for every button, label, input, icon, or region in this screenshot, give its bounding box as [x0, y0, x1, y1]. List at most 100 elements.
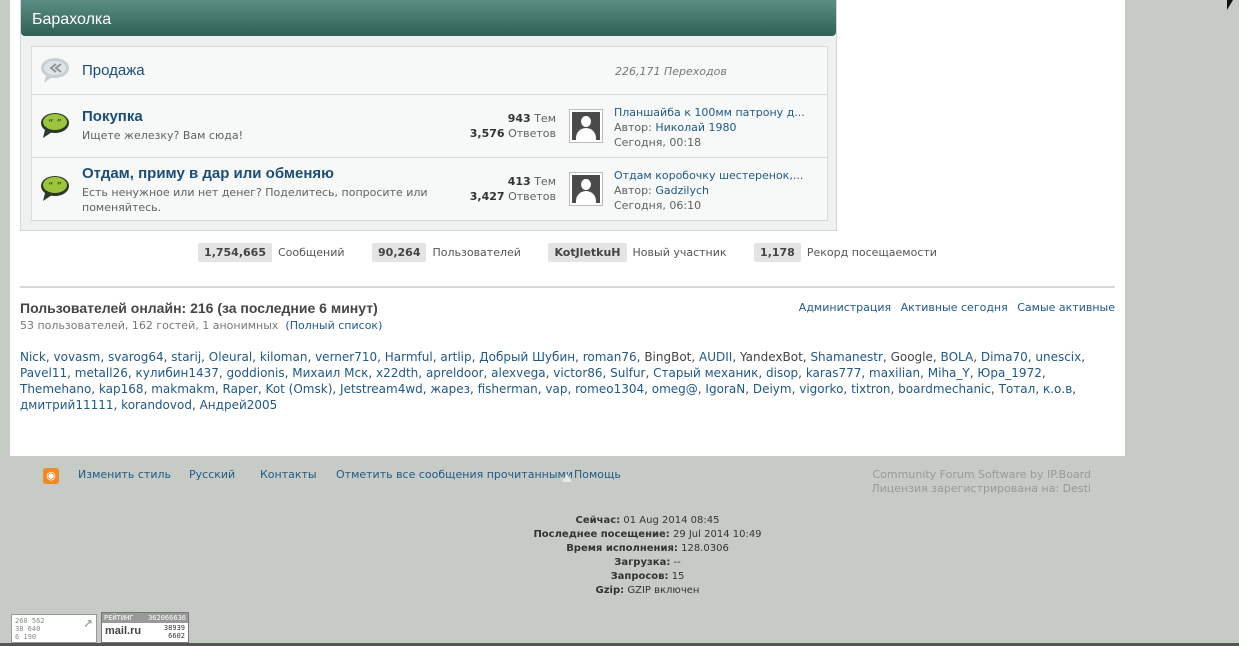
- forum-description-give: Есть ненужное или нет денег? Поделитесь,…: [82, 186, 428, 214]
- counter-line: 6 190: [15, 633, 37, 641]
- online-user-link[interactable]: Sulfur: [610, 366, 645, 380]
- topics-count: 943: [507, 112, 531, 125]
- online-bot: Google: [890, 350, 933, 364]
- avatar[interactable]: [569, 109, 603, 143]
- link-active-today[interactable]: Активные сегодня: [901, 301, 1008, 314]
- ipb-line-1[interactable]: Community Forum Software by IP.Board: [871, 468, 1092, 482]
- online-user-link[interactable]: Dima70: [981, 350, 1028, 364]
- user-silhouette-icon: [572, 175, 600, 203]
- online-user-link[interactable]: x22dth: [376, 366, 418, 380]
- mark-read-link[interactable]: Отметить все сообщения прочитанными: [336, 468, 573, 481]
- online-user-link[interactable]: korandovod: [121, 398, 192, 412]
- online-user-link[interactable]: alexvega: [491, 366, 545, 380]
- online-user-link[interactable]: жарез: [430, 382, 470, 396]
- forum-list: Продажа 226,171 Переходов “ ” Покупка Ищ…: [31, 46, 828, 221]
- online-user-link[interactable]: apreldoor: [426, 366, 484, 380]
- online-user-link[interactable]: дмитрий11111: [20, 398, 114, 412]
- topics-label: Тем: [534, 112, 556, 125]
- last-post-time: Сегодня, 06:10: [614, 199, 702, 212]
- online-user-link[interactable]: Miha_Y: [928, 366, 970, 380]
- online-user-link[interactable]: kap168: [99, 382, 144, 396]
- liveinternet-counter[interactable]: 260 562 38 640 6 190 ↗: [11, 614, 97, 643]
- online-user-link[interactable]: starij: [171, 350, 201, 364]
- forum-row-sale: Продажа 226,171 Переходов: [32, 47, 827, 95]
- online-user-link[interactable]: romeo1304: [575, 382, 644, 396]
- info-load: Загрузка: --: [614, 557, 681, 568]
- online-user-link[interactable]: Тотал: [999, 382, 1036, 396]
- forum-stats-buy: 943 Тем 3,576 Ответов: [412, 111, 556, 141]
- online-user-link[interactable]: victor86: [553, 366, 602, 380]
- online-user-link[interactable]: metall26: [75, 366, 128, 380]
- help-link[interactable]: Помощь: [574, 468, 621, 481]
- online-user-link[interactable]: boardmechanic: [898, 382, 991, 396]
- online-user-link[interactable]: Юра_1972: [977, 366, 1041, 380]
- online-user-link[interactable]: unescix: [1035, 350, 1081, 364]
- category-header[interactable]: Барахолка: [21, 0, 836, 36]
- redirect-count: 226,171 Переходов: [615, 65, 727, 78]
- online-user-link[interactable]: Harmful: [385, 350, 433, 364]
- online-user-link[interactable]: к.о.в: [1043, 382, 1072, 396]
- language-link[interactable]: Русский: [189, 468, 235, 481]
- online-user-link[interactable]: Oleural: [209, 350, 252, 364]
- change-style-link[interactable]: Изменить стиль: [78, 468, 171, 481]
- online-user-link[interactable]: AUDII: [699, 350, 732, 364]
- online-user-link[interactable]: Kot (Omsk): [266, 382, 333, 396]
- online-user-link[interactable]: goddionis: [227, 366, 285, 380]
- last-post-title[interactable]: Планшайба к 100мм патрону д...: [614, 105, 805, 120]
- forum-title-sale[interactable]: Продажа: [82, 62, 145, 79]
- forum-unread-icon: “ ”: [41, 113, 69, 138]
- redirect-forum-icon: [41, 58, 69, 83]
- rss-icon[interactable]: ◉: [43, 468, 59, 484]
- online-user-link[interactable]: Pavel11: [20, 366, 67, 380]
- online-user-link[interactable]: Jetstream4wd: [340, 382, 423, 396]
- divider: [20, 286, 1115, 288]
- online-counts: 53 пользователей, 162 гостей, 1 анонимны…: [20, 319, 279, 332]
- topics-count: 413: [507, 175, 531, 188]
- online-user-link[interactable]: omeg@: [652, 382, 698, 396]
- mailru-rating-counter[interactable]: РЕЙТИНГ 362066636 mail.ru 38939 6602: [101, 612, 189, 643]
- online-user-link[interactable]: Nick: [20, 350, 46, 364]
- link-administration[interactable]: Администрация: [799, 301, 891, 314]
- last-post-title[interactable]: Отдам коробочку шестеренок,...: [614, 168, 803, 183]
- online-user-link[interactable]: Андрей2005: [200, 398, 278, 412]
- online-user-link[interactable]: Themehano: [20, 382, 91, 396]
- forum-stats-give: 413 Тем 3,427 Ответов: [412, 174, 556, 204]
- forum-title-buy[interactable]: Покупка: [82, 108, 143, 125]
- info-last-visit: Последнее посещение: 29 Jul 2014 10:49: [533, 529, 762, 540]
- link-most-active[interactable]: Самые активные: [1017, 301, 1115, 314]
- full-list-link[interactable]: (Полный список): [285, 319, 382, 332]
- online-user-link[interactable]: makmakm: [151, 382, 215, 396]
- stat-newest-member[interactable]: KotJletkuH Новый участник: [548, 243, 727, 262]
- online-user-link[interactable]: vap: [545, 382, 567, 396]
- rating-values: 38939 6602: [163, 624, 185, 640]
- online-user-link[interactable]: svarog64: [108, 350, 164, 364]
- online-user-link[interactable]: maxilian: [869, 366, 920, 380]
- contacts-link[interactable]: Контакты: [260, 468, 317, 481]
- avatar[interactable]: [569, 172, 603, 206]
- online-user-link[interactable]: кулибин1437: [136, 366, 219, 380]
- online-user-link[interactable]: disop: [766, 366, 798, 380]
- online-user-link[interactable]: tixtron: [851, 382, 890, 396]
- online-user-link[interactable]: Добрый Шубин: [479, 350, 575, 364]
- online-user-link[interactable]: karas777: [806, 366, 862, 380]
- online-bot: BingBot: [644, 350, 692, 364]
- online-user-link[interactable]: vovasm: [54, 350, 101, 364]
- svg-text:“ ”: “ ”: [48, 181, 62, 192]
- forum-title-give[interactable]: Отдам, приму в дар или обменяю: [82, 165, 334, 182]
- last-post-author[interactable]: Gadzilych: [655, 184, 709, 197]
- online-user-link[interactable]: vigorko: [799, 382, 843, 396]
- online-user-link[interactable]: Shamanestr: [810, 350, 883, 364]
- online-user-link[interactable]: artlip: [440, 350, 471, 364]
- online-user-link[interactable]: roman76: [583, 350, 637, 364]
- online-user-link[interactable]: Старый механик: [653, 366, 758, 380]
- online-user-link[interactable]: Михаил Мск: [292, 366, 368, 380]
- online-user-link[interactable]: Raper: [223, 382, 258, 396]
- topics-label: Тем: [534, 175, 556, 188]
- online-user-link[interactable]: Deiym: [753, 382, 792, 396]
- online-user-link[interactable]: IgoraN: [705, 382, 745, 396]
- online-user-link[interactable]: BOLA: [941, 350, 974, 364]
- online-user-link[interactable]: kiloman: [260, 350, 308, 364]
- online-user-link[interactable]: verner710: [315, 350, 377, 364]
- online-user-link[interactable]: fisherman: [478, 382, 538, 396]
- last-post-author[interactable]: Николай 1980: [655, 121, 736, 134]
